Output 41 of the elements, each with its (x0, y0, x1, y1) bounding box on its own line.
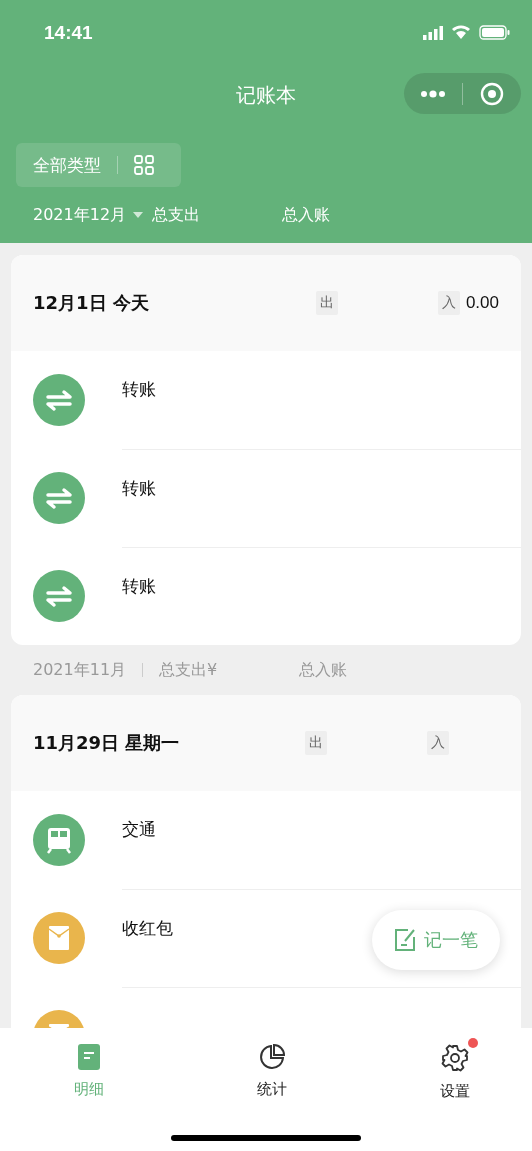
category-name: 交通 (122, 818, 156, 841)
document-icon (78, 1044, 100, 1070)
transfer-icon (33, 374, 85, 426)
add-record-button[interactable]: 记一笔 (372, 910, 500, 970)
pie-chart-icon (259, 1044, 285, 1070)
caret-icon (132, 211, 145, 219)
target-icon (480, 81, 504, 106)
expense-total-label: 总支出¥ (159, 659, 218, 681)
train-icon (33, 814, 85, 866)
grid-icon (134, 155, 154, 175)
income-total-label: 总入账 (299, 659, 348, 681)
month-picker[interactable]: 2021年12月 (33, 204, 145, 226)
day-date: 11月29日 星期一 (33, 731, 181, 755)
status-time: 14:41 (44, 21, 93, 44)
expense-total-label: 总支出 (152, 204, 201, 226)
category-name: 转账 (122, 378, 156, 401)
transfer-icon (33, 472, 85, 524)
income-tag: 入 (427, 731, 449, 755)
edit-icon (394, 928, 416, 952)
income-total-label: 总入账 (282, 204, 331, 226)
battery-icon (479, 25, 510, 40)
type-filter-button[interactable]: 全部类型 (16, 143, 181, 187)
category-name: 转账 (122, 477, 156, 500)
income-amount: 0.00 (465, 293, 499, 313)
month-picker[interactable]: 2021年11月 (33, 659, 127, 681)
expense-tag: 出 (305, 731, 327, 755)
category-name: 收红包 (122, 917, 173, 940)
expense-tag: 出 (315, 291, 338, 315)
signal-icon (423, 25, 443, 40)
tab[interactable]: 统计 (239, 1036, 305, 1101)
settings-icon (441, 1044, 469, 1072)
page-title: 记账本 (236, 81, 296, 109)
category-name: 转账 (122, 575, 156, 598)
income-tag: 入 (437, 291, 460, 315)
day-date: 12月1日 今天 (33, 291, 150, 315)
envelope-icon (33, 912, 85, 964)
tab[interactable]: 明细 (56, 1036, 122, 1101)
wifi-icon (451, 25, 471, 40)
more-icon (420, 89, 446, 98)
transfer-icon (33, 570, 85, 622)
tab[interactable]: 设置 (422, 1036, 488, 1101)
